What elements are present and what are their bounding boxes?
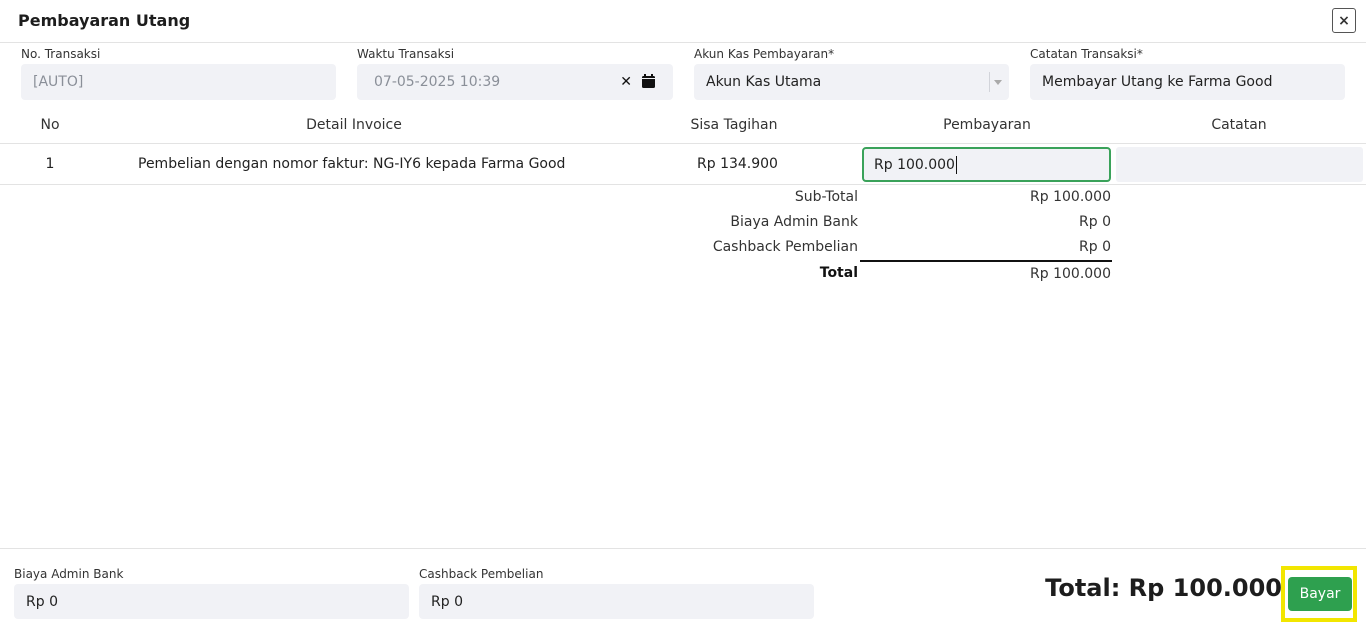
akun-kas-value: Akun Kas Utama	[706, 74, 822, 90]
column-header-detail: Detail Invoice	[306, 117, 402, 133]
no-transaksi-label: No. Transaksi	[21, 47, 101, 61]
cashback-value: Rp 0	[1079, 239, 1111, 255]
close-button[interactable]: ×	[1332, 8, 1356, 33]
column-header-no: No	[40, 117, 60, 133]
catatan-row-input[interactable]	[1116, 147, 1363, 182]
admin-bank-value: Rp 0	[1079, 214, 1111, 230]
bayar-button[interactable]: Bayar	[1288, 577, 1352, 611]
row-detail: Pembelian dengan nomor faktur: NG-IY6 ke…	[138, 156, 566, 172]
row-no: 1	[45, 156, 55, 172]
grand-total: Total: Rp 100.000	[1045, 574, 1282, 602]
table-header-divider	[0, 143, 1366, 144]
close-icon: ×	[1338, 12, 1350, 29]
column-header-pembayaran: Pembayaran	[943, 117, 1031, 133]
catatan-transaksi-value: Membayar Utang ke Farma Good	[1042, 74, 1273, 90]
total-value: Rp 100.000	[1030, 266, 1111, 282]
total-label: Total	[819, 265, 858, 281]
text-cursor	[955, 155, 957, 174]
pembayaran-value: Rp 100.000	[874, 156, 955, 173]
total-divider	[860, 260, 1112, 262]
footer-cashback-value: Rp 0	[431, 593, 463, 610]
akun-kas-select[interactable]: Akun Kas Utama	[694, 64, 1009, 100]
admin-bank-label: Biaya Admin Bank	[730, 214, 858, 230]
table-row-divider	[0, 184, 1366, 185]
no-transaksi-field: [AUTO]	[21, 64, 336, 100]
calendar-icon[interactable]	[642, 74, 655, 92]
clear-icon[interactable]: ✕	[620, 74, 632, 92]
row-sisa-tagihan: Rp 134.900	[697, 156, 778, 172]
chevron-down-icon[interactable]	[989, 72, 1005, 92]
modal-header: Pembayaran Utang ×	[0, 0, 1366, 43]
footer-admin-value: Rp 0	[26, 593, 58, 610]
modal-title: Pembayaran Utang	[18, 11, 191, 30]
footer-divider	[0, 548, 1366, 549]
waktu-transaksi-field[interactable]: 07-05-2025 10:39 ✕	[357, 64, 673, 100]
column-header-catatan: Catatan	[1211, 117, 1267, 133]
catatan-transaksi-field[interactable]: Membayar Utang ke Farma Good	[1030, 64, 1345, 100]
footer-admin-input[interactable]: Rp 0	[14, 584, 409, 619]
waktu-transaksi-label: Waktu Transaksi	[357, 47, 455, 61]
subtotal-label: Sub-Total	[794, 189, 858, 205]
footer-cashback-input[interactable]: Rp 0	[419, 584, 814, 619]
column-header-sisa: Sisa Tagihan	[690, 117, 778, 133]
subtotal-value: Rp 100.000	[1030, 189, 1111, 205]
akun-kas-label: Akun Kas Pembayaran*	[694, 47, 835, 61]
footer-cashback-label: Cashback Pembelian	[419, 567, 544, 581]
footer-admin-label: Biaya Admin Bank	[14, 567, 124, 581]
waktu-transaksi-value: 07-05-2025 10:39	[374, 74, 501, 90]
cashback-label: Cashback Pembelian	[712, 239, 858, 255]
catatan-transaksi-label: Catatan Transaksi*	[1030, 47, 1143, 61]
no-transaksi-value: [AUTO]	[33, 74, 84, 90]
pembayaran-input[interactable]: Rp 100.000	[862, 147, 1111, 182]
